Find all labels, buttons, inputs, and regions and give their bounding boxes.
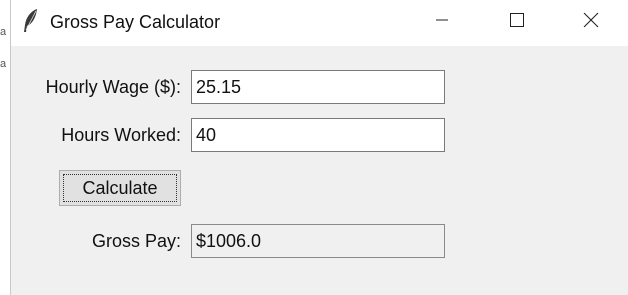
maximize-icon	[510, 13, 524, 27]
title-bar[interactable]: Gross Pay Calculator	[11, 0, 628, 46]
gross-pay-output	[191, 224, 445, 258]
desktop-edge-text: a	[0, 58, 7, 70]
window-title: Gross Pay Calculator	[50, 12, 221, 32]
minimize-button[interactable]	[419, 0, 465, 40]
calculate-button[interactable]: Calculate	[59, 170, 181, 206]
desktop-background: a a	[0, 0, 10, 295]
close-icon	[583, 12, 599, 28]
close-button[interactable]	[568, 0, 614, 40]
desktop-edge-text: a	[0, 26, 7, 38]
hourly-wage-input[interactable]	[191, 70, 445, 104]
window-bottom-edge	[311, 288, 628, 295]
gross-pay-label: Gross Pay:	[91, 231, 181, 251]
hourly-wage-label: Hourly Wage ($):	[45, 77, 181, 97]
feather-icon	[21, 8, 43, 34]
minimize-icon	[435, 13, 449, 27]
calculate-button-label: Calculate	[63, 174, 177, 202]
hours-worked-input[interactable]	[191, 118, 445, 152]
maximize-button[interactable]	[494, 0, 540, 40]
hours-worked-label: Hours Worked:	[61, 125, 181, 145]
app-window: Gross Pay Calculator Hourly Wage ($): Ho…	[10, 0, 628, 295]
